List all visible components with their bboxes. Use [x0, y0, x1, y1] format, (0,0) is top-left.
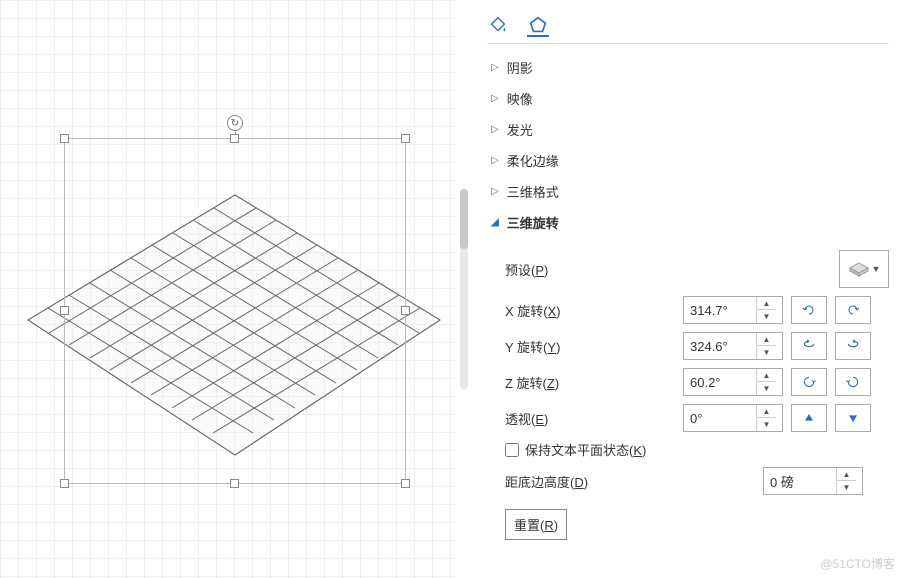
x-rotate-left-button[interactable] [791, 296, 827, 324]
dist-up[interactable]: ▲ [837, 468, 856, 481]
canvas-area[interactable]: ↻ [0, 0, 455, 578]
y-rot-down[interactable]: ▼ [757, 346, 776, 359]
format-panel: ▷阴影 ▷映像 ▷发光 ▷柔化边缘 ▷三维格式 ◢三维旋转 预设(P) ▼ X … [473, 0, 903, 578]
z-rot-up[interactable]: ▲ [757, 369, 776, 382]
z-rotation-spinner[interactable]: ▲▼ [683, 368, 783, 396]
section-shadow-label: 阴影 [507, 58, 533, 77]
perspective-down-button[interactable] [835, 404, 871, 432]
x-rotation-label: X 旋转(X) [505, 301, 675, 320]
y-rotate-left-button[interactable] [791, 332, 827, 360]
z-rotation-label: Z 旋转(Z) [505, 373, 675, 392]
resize-handle-t[interactable] [230, 134, 239, 143]
x-rot-down[interactable]: ▼ [757, 310, 776, 323]
persp-up[interactable]: ▲ [757, 405, 776, 418]
section-glow-label: 发光 [507, 120, 533, 139]
watermark: @51CTO博客 [820, 555, 895, 572]
y-rotation-spinner[interactable]: ▲▼ [683, 332, 783, 360]
distance-input[interactable] [764, 474, 836, 489]
resize-handle-bl[interactable] [60, 479, 69, 488]
y-rot-up[interactable]: ▲ [757, 333, 776, 346]
z-rot-down[interactable]: ▼ [757, 382, 776, 395]
x-rotation-spinner[interactable]: ▲▼ [683, 296, 783, 324]
x-rot-up[interactable]: ▲ [757, 297, 776, 310]
y-rotation-label: Y 旋转(Y) [505, 337, 675, 356]
resize-handle-tr[interactable] [401, 134, 410, 143]
scrollbar-thumb[interactable] [460, 189, 468, 249]
section-3d-rotation-label: 三维旋转 [507, 213, 559, 232]
rotation-handle[interactable]: ↻ [227, 115, 243, 131]
section-3d-format-label: 三维格式 [507, 182, 559, 201]
section-soft-edges-label: 柔化边缘 [507, 151, 559, 170]
keep-text-flat-label: 保持文本平面状态(K) [525, 440, 646, 459]
y-rotate-right-button[interactable] [835, 332, 871, 360]
selection-box[interactable]: ↻ [64, 138, 406, 484]
perspective-up-button[interactable] [791, 404, 827, 432]
perspective-input[interactable] [684, 411, 756, 426]
resize-handle-r[interactable] [401, 306, 410, 315]
tab-bar [487, 8, 889, 44]
resize-handle-br[interactable] [401, 479, 410, 488]
resize-handle-tl[interactable] [60, 134, 69, 143]
section-shadow[interactable]: ▷阴影 [487, 52, 889, 83]
scrollbar[interactable] [455, 0, 473, 578]
distance-label: 距底边高度(D) [505, 472, 755, 491]
section-glow[interactable]: ▷发光 [487, 114, 889, 145]
persp-down[interactable]: ▼ [757, 418, 776, 431]
resize-handle-b[interactable] [230, 479, 239, 488]
y-rotation-input[interactable] [684, 339, 756, 354]
reset-button[interactable]: 重置(R) [505, 509, 567, 540]
section-reflection[interactable]: ▷映像 [487, 83, 889, 114]
z-rotation-input[interactable] [684, 375, 756, 390]
z-rotate-ccw-button[interactable] [791, 368, 827, 396]
preset-label: 预设(P) [505, 260, 675, 279]
tab-fill-icon[interactable] [487, 15, 509, 37]
section-soft-edges[interactable]: ▷柔化边缘 [487, 145, 889, 176]
z-rotate-cw-button[interactable] [835, 368, 871, 396]
distance-spinner[interactable]: ▲▼ [763, 467, 863, 495]
keep-text-flat-checkbox[interactable] [505, 443, 519, 457]
tab-effects-icon[interactable] [527, 15, 549, 37]
perspective-label: 透视(E) [505, 409, 675, 428]
preset-dropdown[interactable]: ▼ [839, 250, 889, 288]
section-3d-format[interactable]: ▷三维格式 [487, 176, 889, 207]
section-3d-rotation[interactable]: ◢三维旋转 [487, 207, 889, 238]
x-rotate-right-button[interactable] [835, 296, 871, 324]
dist-down[interactable]: ▼ [837, 481, 856, 494]
rotation-controls: 预设(P) ▼ X 旋转(X) ▲▼ Y 旋转(Y) ▲▼ Z 旋转(Z) ▲▼ [487, 238, 889, 540]
perspective-spinner[interactable]: ▲▼ [683, 404, 783, 432]
x-rotation-input[interactable] [684, 303, 756, 318]
resize-handle-l[interactable] [60, 306, 69, 315]
section-reflection-label: 映像 [507, 89, 533, 108]
